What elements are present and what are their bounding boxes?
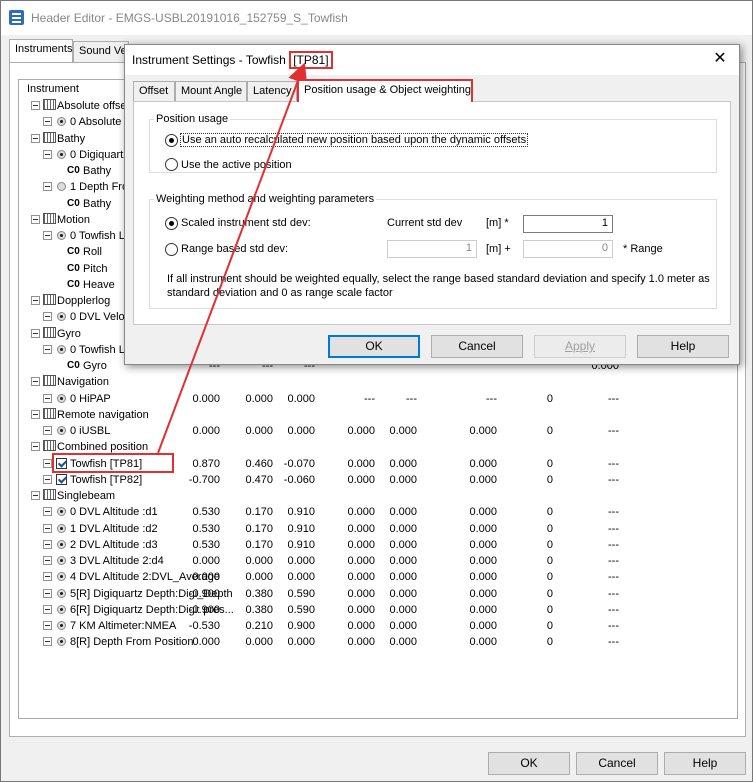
annotation-arrow-icon xyxy=(157,62,308,454)
tab-position-usage[interactable]: Position usage & Object weighting xyxy=(297,79,473,102)
tab-instruments[interactable]: Instruments xyxy=(9,39,73,62)
